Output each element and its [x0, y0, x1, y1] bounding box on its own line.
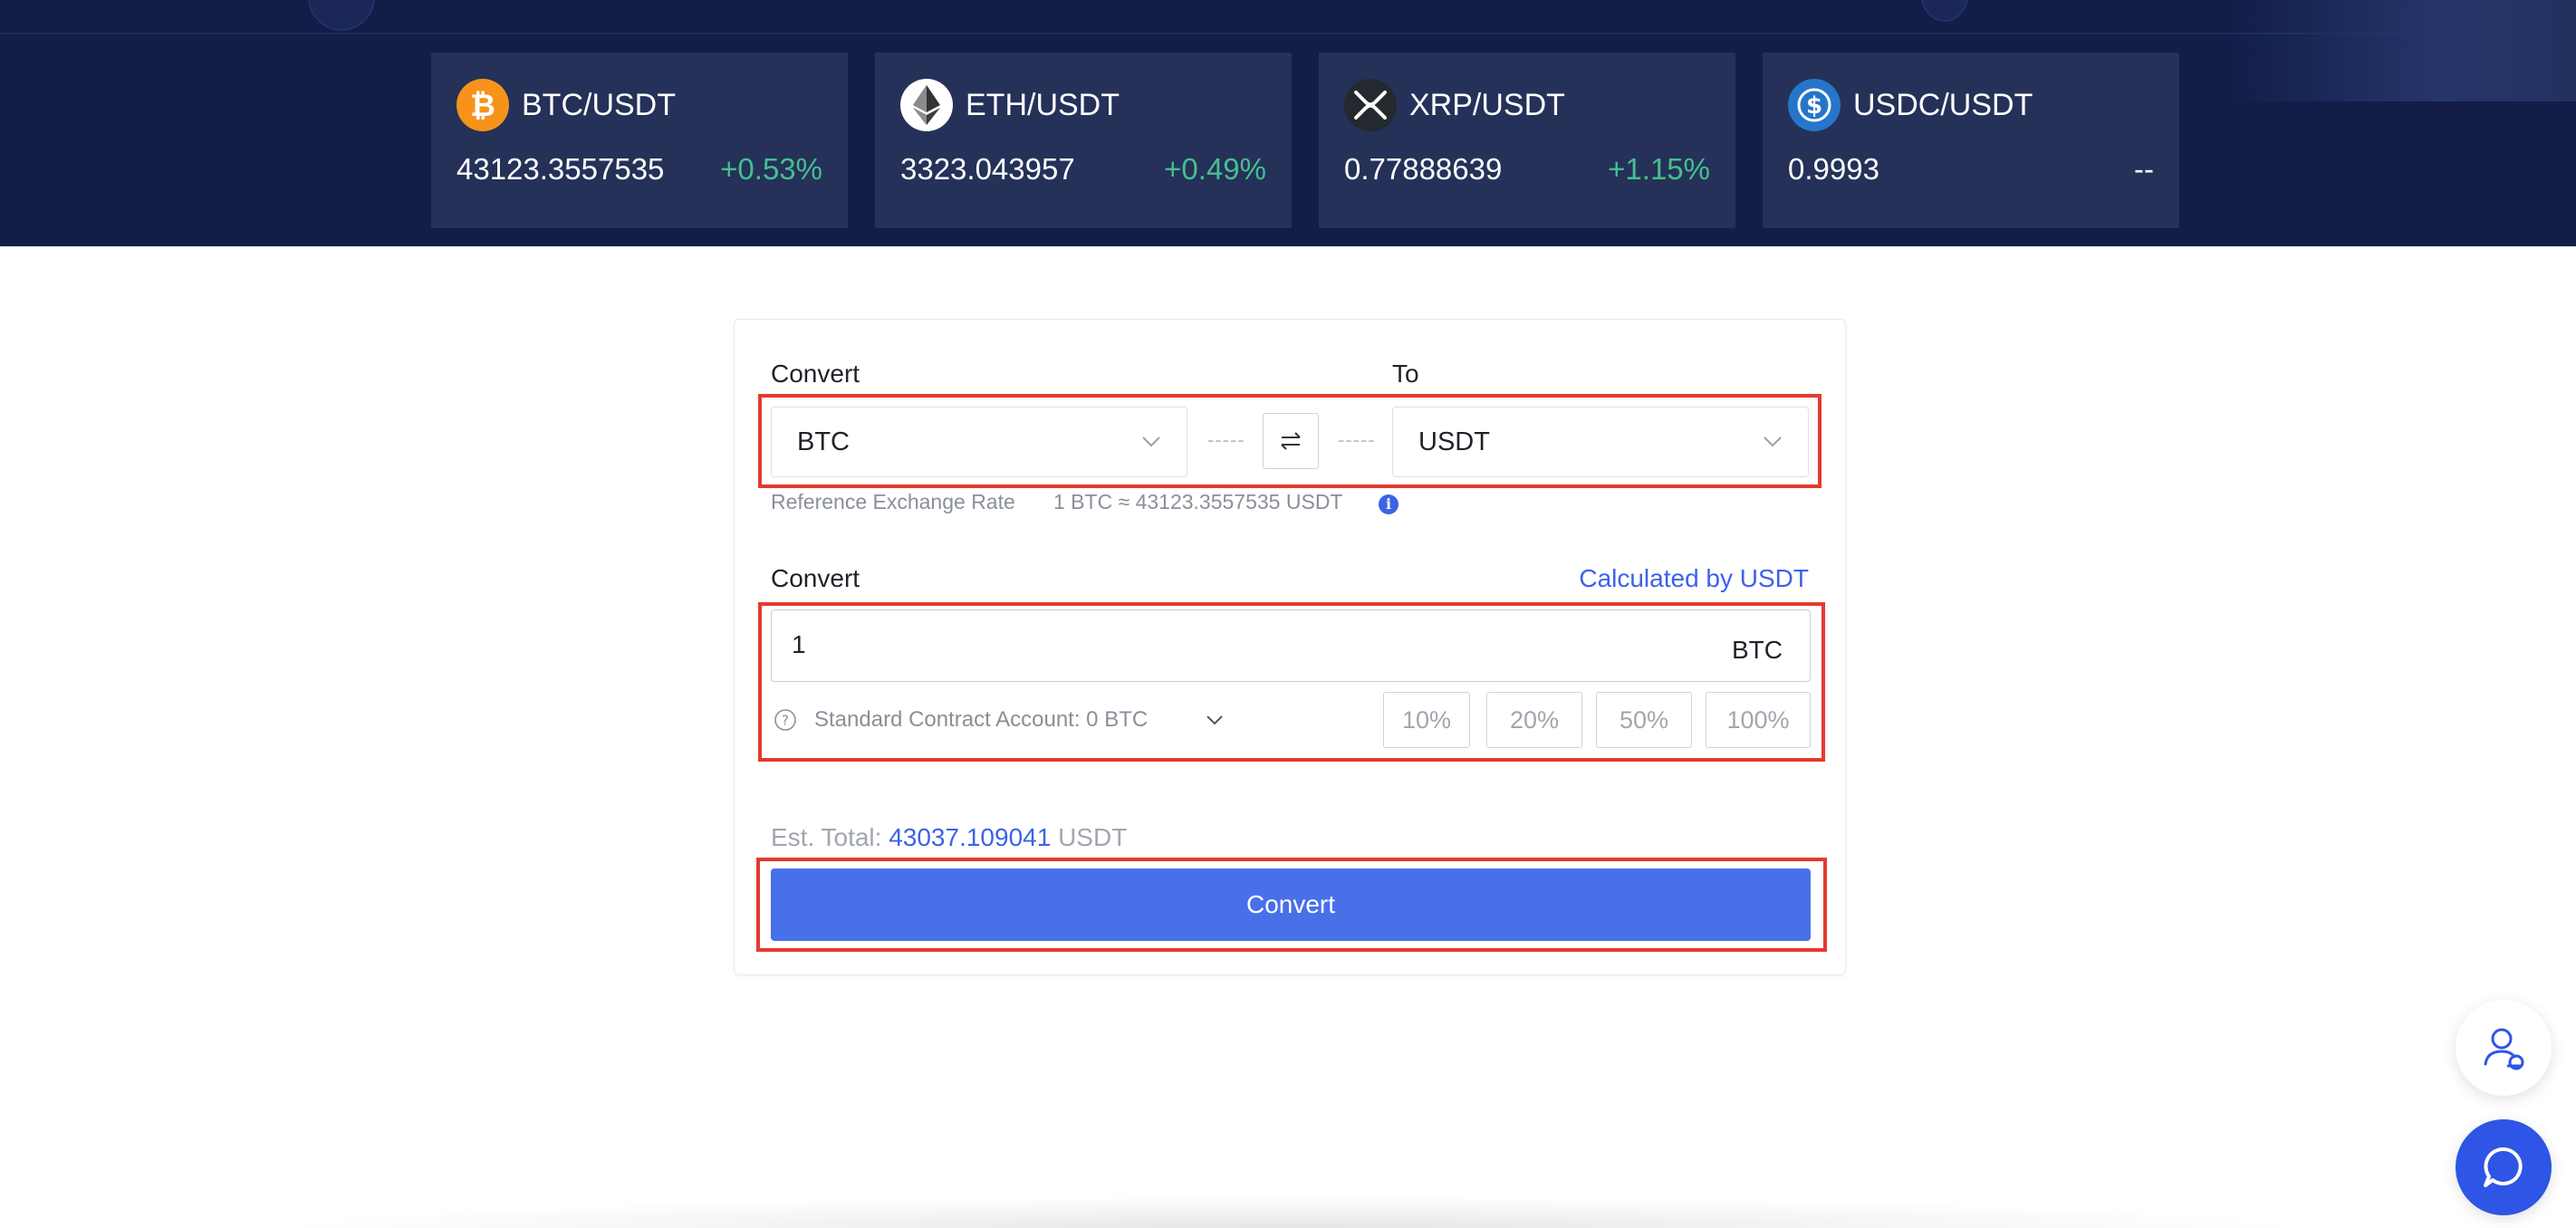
banner-decoration [308, 0, 375, 31]
chat-bubble-icon [2484, 1146, 2523, 1187]
ticker-price: 0.9993 [1788, 152, 1879, 186]
ticker-change: +1.15% [1608, 152, 1710, 186]
ticker-change: -- [2134, 152, 2154, 186]
percent-20-button[interactable]: 20% [1486, 692, 1582, 748]
chevron-down-icon [1764, 437, 1782, 447]
to-label: To [1392, 360, 1419, 388]
account-selector[interactable]: Standard Contract Account: 0 BTC [814, 707, 1148, 733]
info-icon[interactable]: i [1379, 494, 1399, 514]
ticker-change: +0.53% [720, 152, 822, 186]
ticker-list: ₿ BTC/USDT 43123.3557535 +0.53% ETH/USDT… [431, 53, 2179, 228]
est-value: 43037.109041 [889, 823, 1052, 851]
ticker-change: +0.49% [1164, 152, 1266, 186]
calculated-by-link[interactable]: Calculated by USDT [1579, 564, 1809, 593]
user-support-icon [2484, 1028, 2524, 1070]
svg-text:₿: ₿ [470, 88, 495, 123]
chevron-down-icon[interactable] [1206, 715, 1224, 726]
ticker-pair: ETH/USDT [966, 87, 1120, 122]
banner-decoration [1920, 0, 1969, 22]
percent-10-button[interactable]: 10% [1383, 692, 1470, 748]
connector-dots: ----- [1207, 428, 1245, 451]
market-banner: ₿ BTC/USDT 43123.3557535 +0.53% ETH/USDT… [0, 0, 2576, 246]
support-agent-button[interactable] [2456, 1000, 2552, 1096]
percent-100-button[interactable]: 100% [1706, 692, 1811, 748]
est-label: Est. Total: [771, 823, 882, 851]
amount-label: Convert [771, 564, 860, 592]
convert-button[interactable]: Convert [771, 868, 1811, 941]
ticker-card-btc[interactable]: ₿ BTC/USDT 43123.3557535 +0.53% [431, 53, 848, 228]
ticker-pair: USDC/USDT [1853, 87, 2033, 122]
to-currency-value: USDT [1418, 427, 1490, 456]
ticker-price: 3323.043957 [900, 152, 1075, 186]
to-currency-select[interactable]: USDT [1392, 407, 1809, 477]
amount-input[interactable]: 1 BTC [771, 609, 1811, 682]
ticker-card-xrp[interactable]: XRP/USDT 0.77888639 +1.15% [1319, 53, 1735, 228]
amount-unit: BTC [1732, 636, 1783, 664]
from-currency-value: BTC [797, 427, 850, 456]
ticker-pair: BTC/USDT [522, 87, 676, 122]
ethereum-icon [900, 79, 953, 131]
ticker-card-eth[interactable]: ETH/USDT 3323.043957 +0.49% [875, 53, 1292, 228]
svg-text:$: $ [1806, 92, 1822, 120]
swap-arrows-icon [1281, 432, 1301, 450]
rate-label: Reference Exchange Rate [771, 490, 1015, 513]
banner-divider [0, 33, 2576, 34]
footer-shadow [272, 1195, 2310, 1228]
rate-value: 1 BTC ≈ 43123.3557535 USDT [1053, 490, 1343, 513]
bitcoin-icon: ₿ [457, 79, 509, 131]
help-icon[interactable]: ? [774, 708, 797, 732]
ticker-price: 0.77888639 [1344, 152, 1503, 186]
estimated-total: Est. Total: 43037.109041 USDT [771, 823, 1127, 852]
amount-value: 1 [792, 630, 806, 658]
convert-card: Convert To BTC ----- ----- USDT Referenc… [734, 319, 1846, 975]
xrp-icon [1344, 79, 1397, 131]
percent-50-button[interactable]: 50% [1596, 692, 1692, 748]
chat-button[interactable] [2456, 1119, 2552, 1215]
usdc-icon: $ [1788, 79, 1841, 131]
est-currency: USDT [1058, 823, 1128, 851]
ticker-price: 43123.3557535 [457, 152, 665, 186]
svg-text:?: ? [782, 713, 789, 729]
ticker-card-usdc[interactable]: $ USDC/USDT 0.9993 -- [1763, 53, 2179, 228]
ticker-pair: XRP/USDT [1409, 87, 1565, 122]
connector-dots: ----- [1338, 428, 1376, 451]
swap-button[interactable] [1263, 413, 1319, 469]
banner-glow [2228, 0, 2576, 101]
from-currency-select[interactable]: BTC [771, 407, 1187, 477]
from-label: Convert [771, 360, 860, 388]
chevron-down-icon [1142, 437, 1160, 447]
